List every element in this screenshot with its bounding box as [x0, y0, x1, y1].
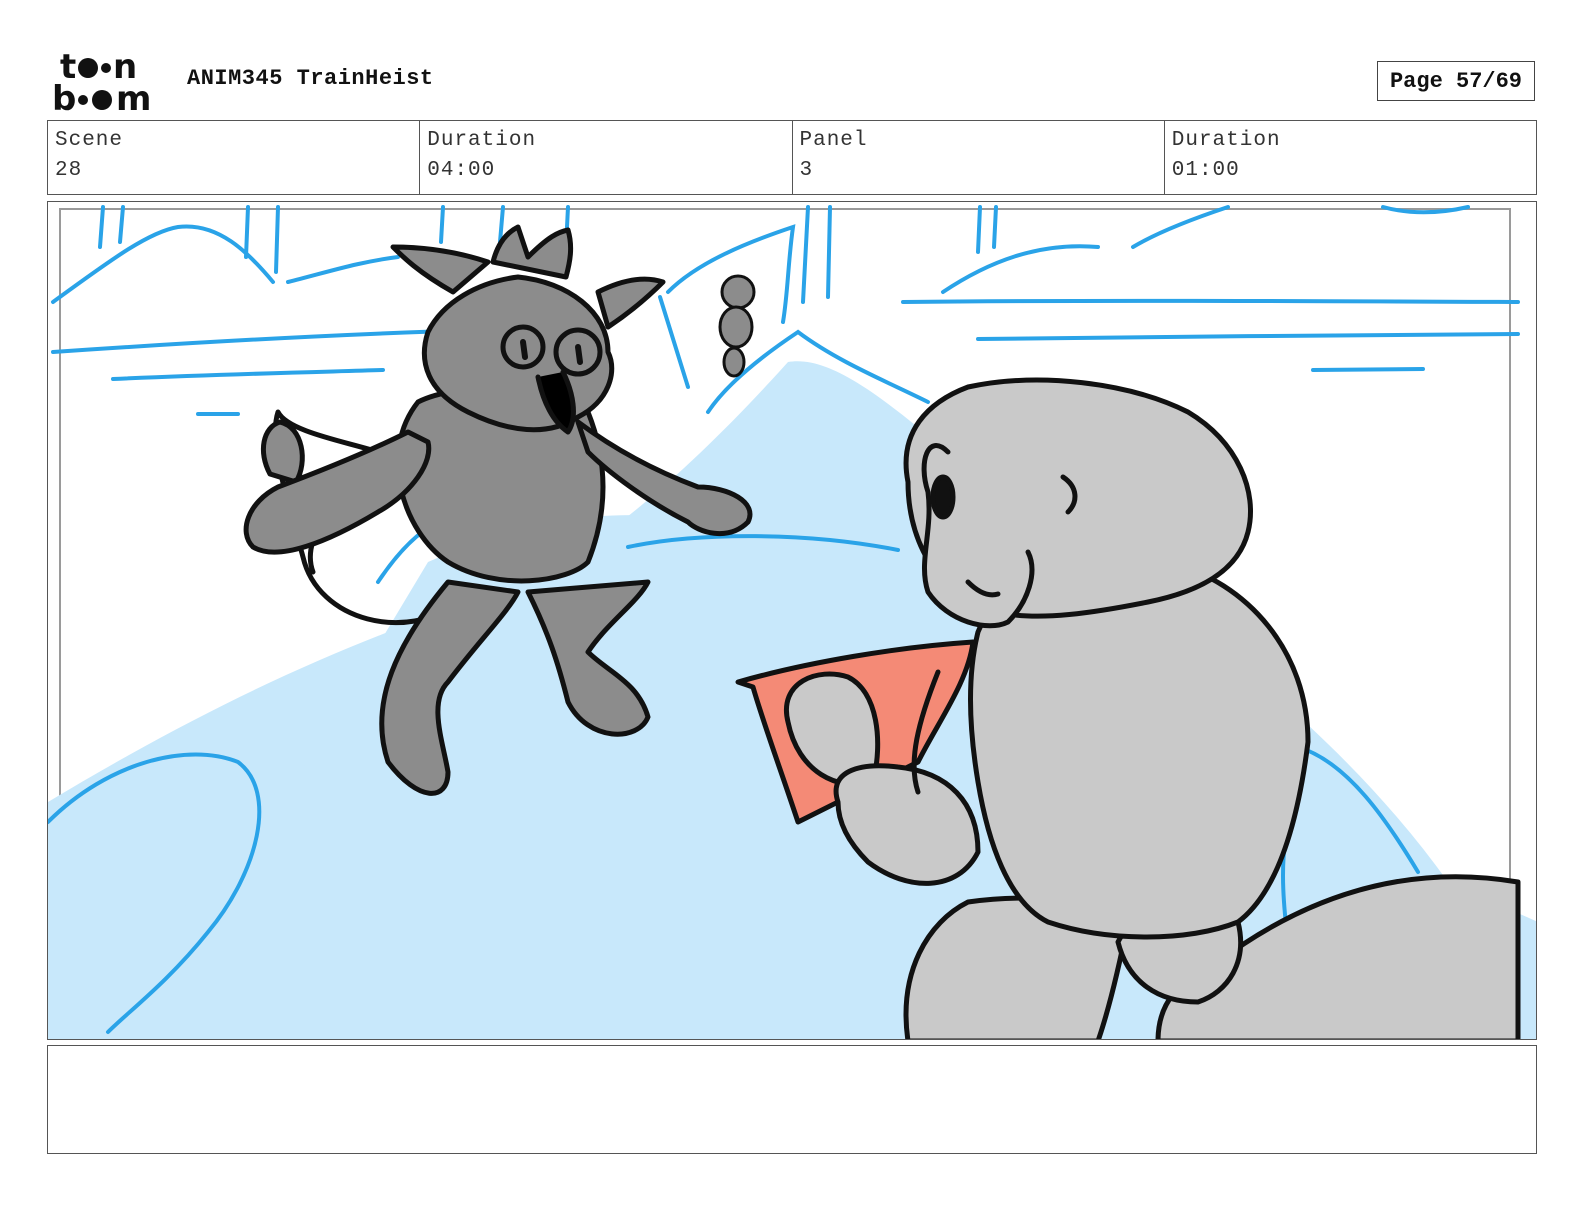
scene-cell: Scene 28	[48, 121, 421, 194]
scene-duration-value: 04:00	[427, 159, 496, 182]
scene-info-row: Scene 28 Duration 04:00 Panel 3 Duration…	[47, 120, 1537, 195]
project-title: ANIM345 TrainHeist	[187, 66, 434, 91]
panel-duration-label: Duration	[1171, 129, 1281, 152]
storyboard-panel-image	[47, 201, 1537, 1040]
svg-text:b: b	[52, 79, 76, 114]
panel-notes-box[interactable]	[47, 1045, 1537, 1154]
storyboard-sketch	[48, 205, 1536, 1039]
svg-text:m: m	[116, 79, 151, 114]
panel-label: Panel	[799, 129, 868, 152]
scene-value: 28	[55, 159, 83, 182]
panel-duration-cell: Duration 01:00	[1165, 121, 1536, 194]
page-indicator: Page 57/69	[1377, 61, 1535, 101]
panel-duration-value: 01:00	[1171, 159, 1240, 182]
panel-value: 3	[799, 159, 814, 182]
scene-label: Scene	[55, 129, 124, 152]
scene-duration-cell: Duration 04:00	[420, 121, 793, 194]
distant-figure	[718, 274, 756, 378]
panel-cell: Panel 3	[793, 121, 1165, 194]
toon-boom-logo: t n b m	[50, 47, 168, 119]
scene-duration-label: Duration	[427, 129, 537, 152]
